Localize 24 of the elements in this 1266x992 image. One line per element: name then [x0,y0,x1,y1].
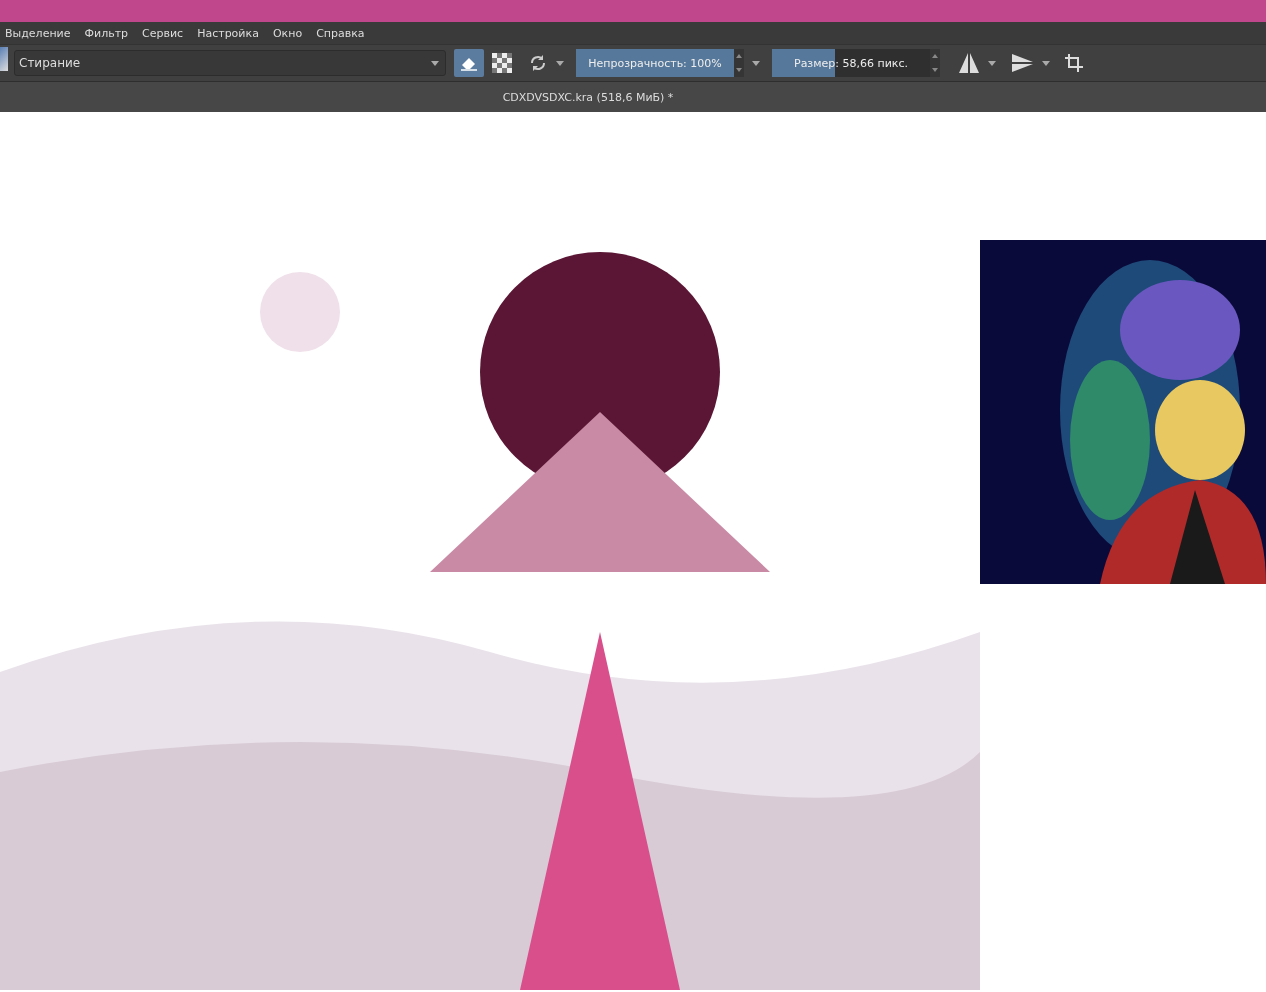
caret-icon[interactable] [556,60,564,66]
spin-buttons[interactable] [930,49,940,77]
menu-item[interactable]: Сервис [142,26,184,40]
reload-icon[interactable] [528,53,548,73]
menu-item[interactable]: Настройка [197,26,259,40]
crop-icon[interactable] [1064,53,1084,73]
document-title: CDXDVSDXC.kra (518,6 МиБ) * [502,90,674,104]
mirror-horizontal-icon[interactable] [958,53,980,73]
eraser-icon [460,55,478,71]
caret-icon[interactable] [431,60,439,66]
caret-icon[interactable] [1042,60,1050,66]
preset-dropdown[interactable]: Стирание [14,50,446,76]
menu-item[interactable]: Справка [316,26,365,40]
caret-icon[interactable] [752,60,760,66]
menu-item[interactable]: Окно [272,26,303,40]
menu-item[interactable]: Фильтр [84,26,129,40]
spin-buttons[interactable] [734,49,744,77]
menu-item[interactable]: Выделение [5,26,71,40]
caret-icon[interactable] [988,60,996,66]
opacity-slider[interactable]: Непрозрачность: 100% [576,49,734,77]
checkerboard-icon[interactable] [492,53,512,73]
eraser-mode-button[interactable] [454,49,484,77]
mirror-vertical-icon[interactable] [1012,53,1034,73]
brush-preset-icon[interactable] [0,47,8,71]
